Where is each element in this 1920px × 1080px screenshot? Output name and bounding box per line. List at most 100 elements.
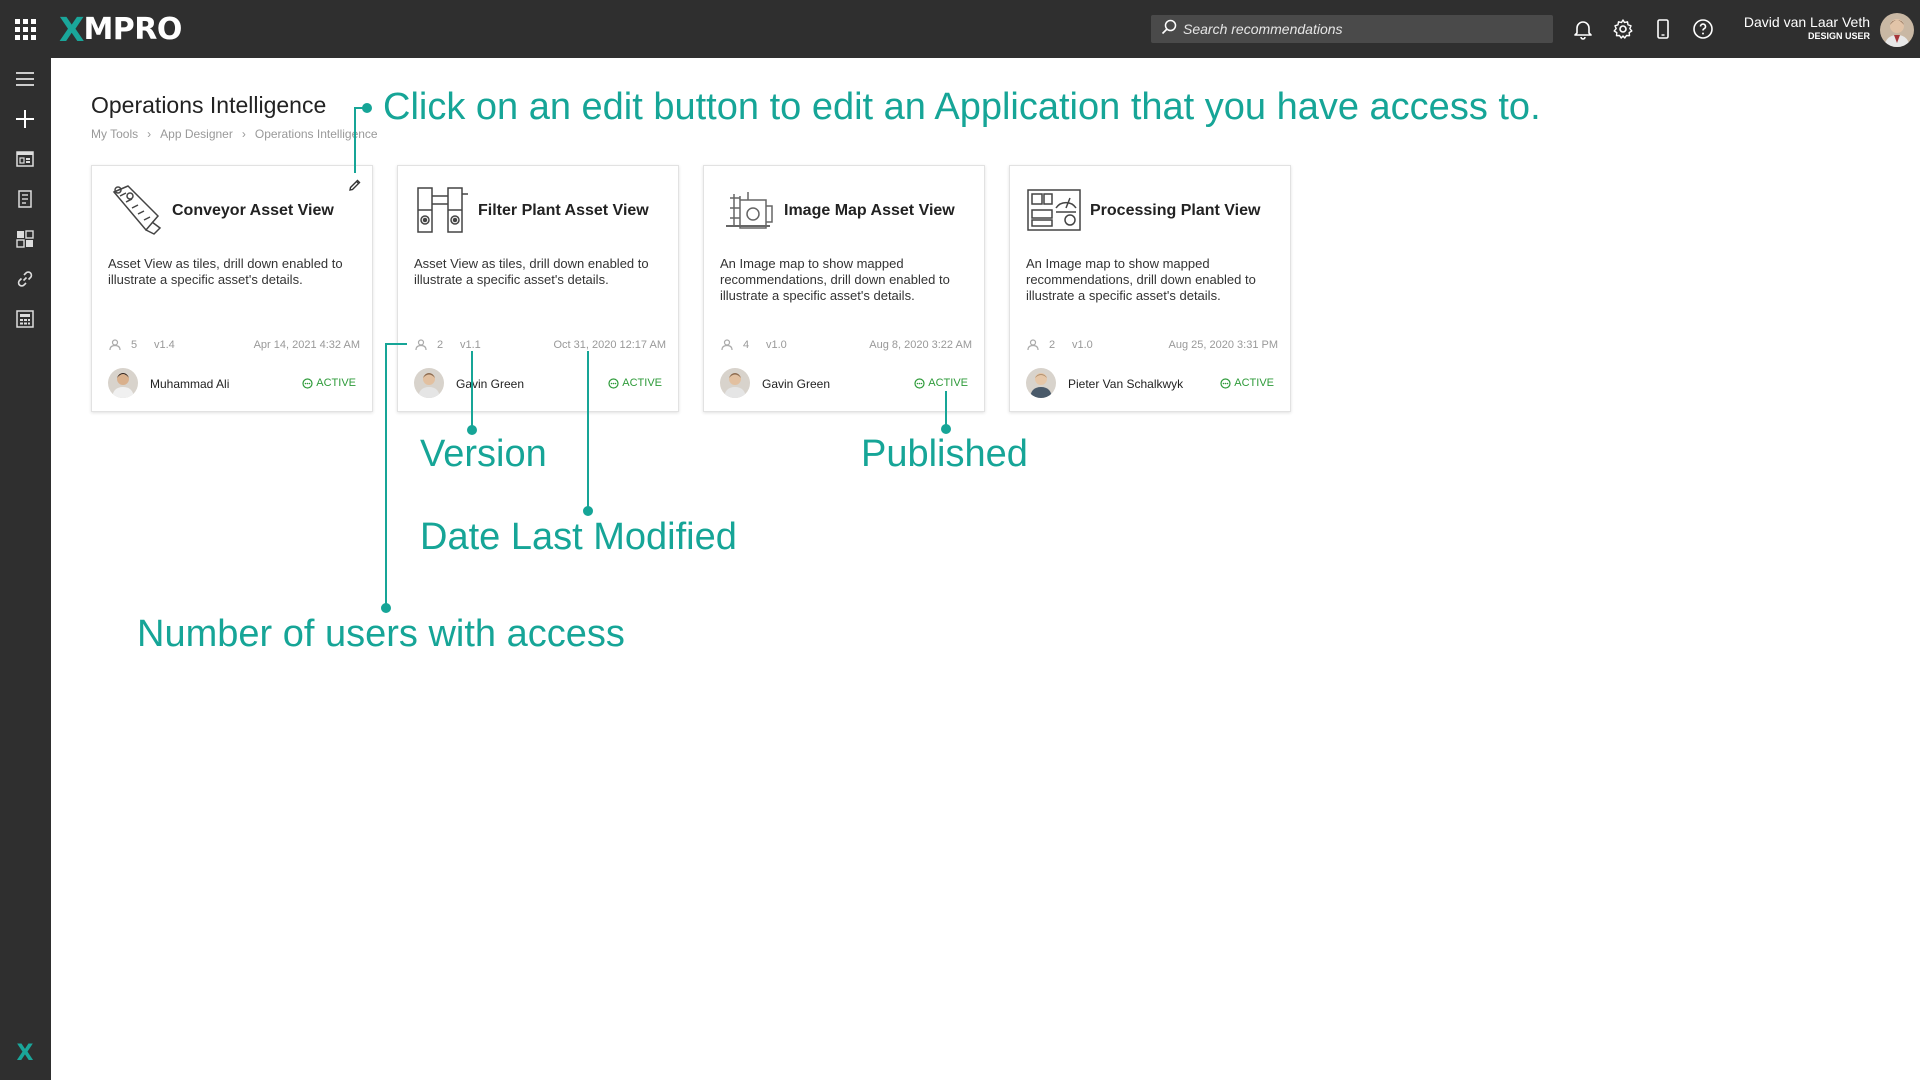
users-icon [721,339,733,351]
logo-text: MPRO [83,11,182,47]
breadcrumb-item[interactable]: App Designer [160,127,233,141]
user-name: David van Laar Veth [1743,14,1870,30]
breadcrumb: My Tools › App Designer › Operations Int… [91,127,378,141]
card-description: Asset View as tiles, drill down enabled … [414,256,649,287]
card-description: Asset View as tiles, drill down enabled … [108,256,343,287]
card-meta: 2 v1.1 Oct 31, 2020 12:17 AM [414,338,666,352]
user-role: DESIGN USER [1807,31,1870,41]
active-status-icon [302,377,313,389]
annotation-published: Published [861,433,1028,475]
image-map-icon [720,182,776,238]
card-title[interactable]: Filter Plant Asset View [478,202,649,220]
processing-plant-icon [1026,182,1082,238]
card-meta: 4 v1.0 Aug 8, 2020 3:22 AM [720,338,972,352]
annotation-dot [583,506,593,516]
annotation-edit: Click on an edit button to edit an Appli… [383,86,1541,128]
breadcrumb-item[interactable]: My Tools [91,127,138,141]
annotation-version: Version [420,433,547,475]
users-icon [1027,339,1039,351]
active-status-icon [608,377,619,389]
dashboard-icon[interactable] [12,226,38,252]
owner-name: Gavin Green [762,377,831,391]
card-description: An Image map to show mapped recommendati… [1026,256,1256,303]
card-title[interactable]: Image Map Asset View [784,202,955,220]
sidebar-footer-logo[interactable]: X [12,1040,38,1066]
owner-name: Pieter Van Schalkwyk [1068,377,1184,391]
card-meta: 2 v1.0 Aug 25, 2020 3:31 PM [1026,338,1278,352]
date-modified: Apr 14, 2021 4:32 AM [253,339,360,351]
breadcrumb-item[interactable]: Operations Intelligence [255,127,378,141]
card-description: An Image map to show mapped recommendati… [720,256,950,303]
user-count: 5 [131,339,138,351]
annotation-dot [381,603,391,613]
active-status-icon [914,377,925,389]
active-status-icon [1220,377,1231,389]
search-bar[interactable] [1151,15,1553,43]
status-badge: ACTIVE [914,377,968,389]
status-text: ACTIVE [622,377,662,389]
gear-icon[interactable] [1610,16,1636,42]
filter-plant-icon [414,182,470,238]
annotation-date-modified: Date Last Modified [420,516,737,558]
sidebar [0,58,51,1080]
version: v1.0 [1072,339,1093,351]
chevron-right-icon: › [241,127,246,141]
status-badge: ACTIVE [302,377,356,389]
top-bar: XMPRO David van Laar Veth DESIGN USER [0,0,1920,58]
logo-x: X [59,9,84,49]
annotation-line [471,351,473,429]
users-icon [415,339,427,351]
date-modified: Aug 8, 2020 3:22 AM [869,339,972,351]
card-title[interactable]: Processing Plant View [1090,202,1260,220]
app-designer-icon[interactable] [12,146,38,172]
edit-icon[interactable] [346,176,364,194]
mobile-icon[interactable] [1650,16,1676,42]
owner-name: Muhammad Ali [150,377,230,391]
status-text: ACTIVE [928,377,968,389]
apps-grid-icon[interactable] [13,17,37,41]
page-title: Operations Intelligence [91,92,327,118]
card-title[interactable]: Conveyor Asset View [172,202,334,220]
app-card[interactable]: Filter Plant Asset View Asset View as ti… [397,165,679,412]
user-menu[interactable]: David van Laar Veth DESIGN USER [1720,14,1870,42]
version: v1.4 [154,339,175,351]
status-text: ACTIVE [1234,377,1274,389]
app-card[interactable]: Processing Plant View An Image map to sh… [1009,165,1291,412]
conveyor-icon [108,182,164,238]
help-icon[interactable] [1690,16,1716,42]
user-count: 4 [743,339,750,351]
search-icon [1161,19,1177,40]
user-avatar[interactable] [1880,13,1914,47]
app-card[interactable]: Image Map Asset View An Image map to sho… [703,165,985,412]
status-badge: ACTIVE [608,377,662,389]
plus-icon[interactable] [12,106,38,132]
xmpro-logo[interactable]: X MPRO [59,9,182,49]
owner-name: Gavin Green [456,377,525,391]
app-card[interactable]: Conveyor Asset View Asset View as tiles,… [91,165,373,412]
annotation-line [385,343,387,607]
avatar [1026,368,1056,398]
annotation-line [587,351,589,511]
annotation-line [385,343,407,345]
date-modified: Aug 25, 2020 3:31 PM [1168,339,1278,351]
card-meta: 5 v1.4 Apr 14, 2021 4:32 AM [108,338,360,352]
search-input[interactable] [1183,21,1543,37]
avatar [720,368,750,398]
menu-icon[interactable] [12,66,38,92]
data-stream-icon[interactable] [12,186,38,212]
avatar [414,368,444,398]
version: v1.0 [766,339,787,351]
user-count: 2 [437,339,444,351]
users-icon [109,339,121,351]
chevron-right-icon: › [147,127,152,141]
status-badge: ACTIVE [1220,377,1274,389]
calculator-icon[interactable] [12,306,38,332]
status-text: ACTIVE [316,377,356,389]
link-icon[interactable] [12,266,38,292]
version: v1.1 [460,339,481,351]
date-modified: Oct 31, 2020 12:17 AM [553,339,666,351]
avatar [108,368,138,398]
bell-icon[interactable] [1570,16,1596,42]
user-count: 2 [1049,339,1056,351]
annotation-line [945,391,947,428]
